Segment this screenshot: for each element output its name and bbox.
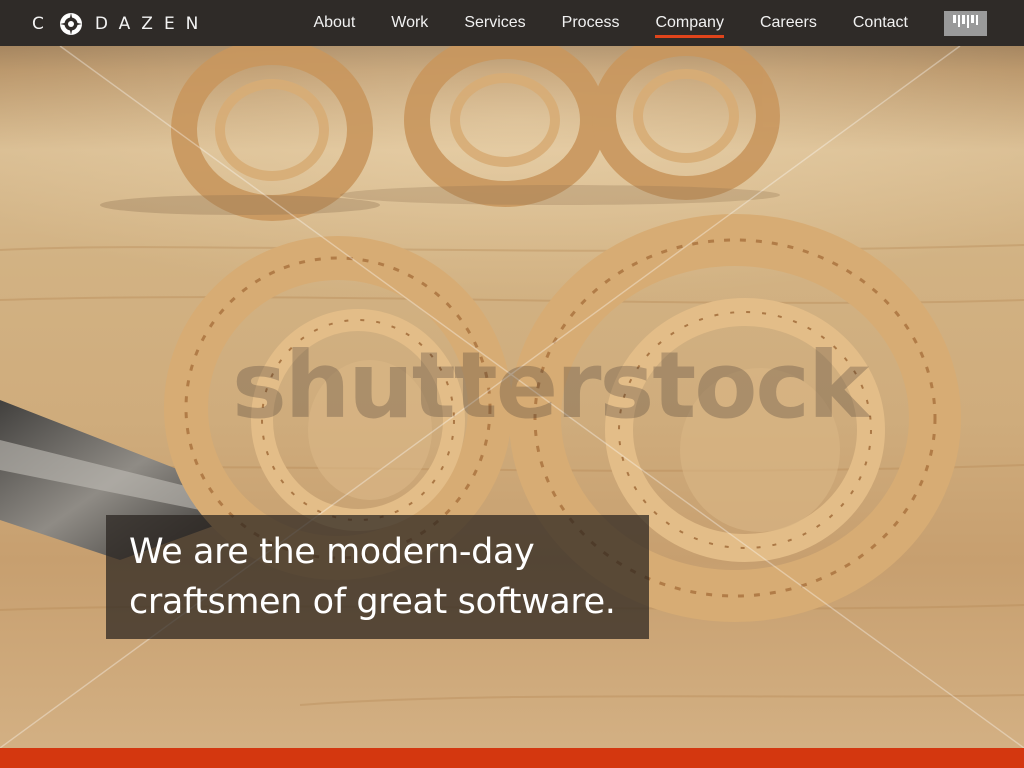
hero-headline-box: We are the modern-day craftsmen of great… — [106, 515, 649, 639]
nav-item-services[interactable]: Services — [464, 0, 525, 46]
hero-headline-line-2: craftsmen of great software. — [129, 582, 616, 622]
brand-letter-c: C — [32, 14, 55, 34]
nav-item-work[interactable]: Work — [391, 0, 428, 46]
nav-item-process[interactable]: Process — [562, 0, 620, 46]
main-nav: About Work Services Process Company Care… — [313, 0, 1024, 46]
nav-item-careers[interactable]: Careers — [760, 0, 817, 46]
nav-item-company[interactable]: Company — [655, 0, 725, 46]
top-navigation-bar: C DAZEN About Work Services Process Comp… — [0, 0, 1024, 46]
menu-toggle-button[interactable] — [944, 10, 987, 36]
bottom-accent-bar — [0, 748, 1024, 768]
hero-headline-line-1: We are the modern-day — [129, 532, 535, 572]
nav-item-about[interactable]: About — [313, 0, 355, 46]
brand-logo[interactable]: C DAZEN — [32, 11, 209, 37]
barcode-menu-icon — [952, 14, 978, 28]
shutterstock-watermark: shutterstock — [232, 332, 869, 439]
nav-item-contact[interactable]: Contact — [853, 0, 908, 46]
brand-name: DAZEN — [94, 14, 210, 34]
compass-logo-icon — [59, 13, 82, 35]
